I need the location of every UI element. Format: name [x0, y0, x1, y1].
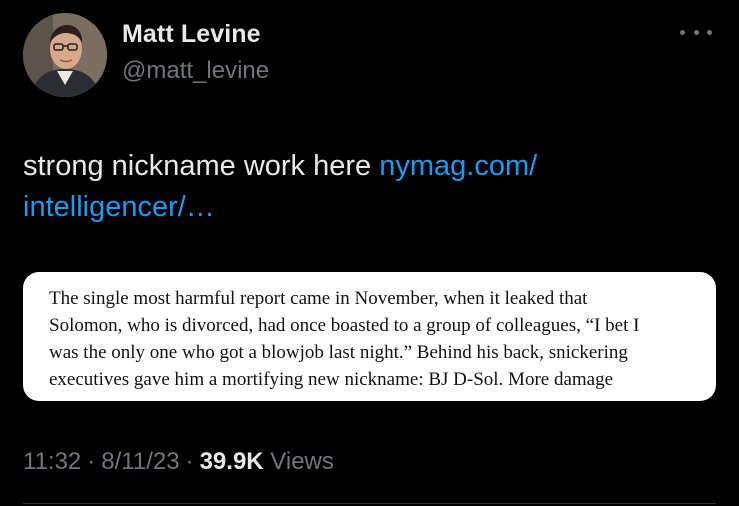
avatar[interactable]: [23, 13, 107, 97]
avatar-photo: [23, 13, 107, 97]
author-display-name[interactable]: Matt Levine: [122, 20, 261, 49]
views-count[interactable]: 39.9K: [200, 448, 264, 475]
more-horizontal-icon: [693, 29, 699, 35]
tweet-body: strong nickname work here: [23, 150, 380, 182]
separator-dot: ·: [185, 448, 194, 475]
tweet: Matt Levine @matt_levine strong nickname…: [0, 0, 739, 506]
more-options-button[interactable]: [680, 22, 712, 42]
separator-dot: ·: [87, 448, 96, 475]
article-excerpt-image[interactable]: The single most harmful report came in N…: [23, 272, 716, 401]
excerpt-line: executives gave him a mortifying new nic…: [49, 369, 614, 390]
article-excerpt-text: The single most harmful report came in N…: [49, 285, 700, 393]
author-handle[interactable]: @matt_levine: [122, 57, 269, 85]
views-label: Views: [270, 448, 334, 475]
tweet-meta: 11:32 · 8/11/23 · 39.9K Views: [23, 448, 334, 476]
excerpt-line: was the only one who got a blowjob last …: [49, 342, 628, 363]
more-horizontal-icon: [680, 29, 685, 35]
tweet-date[interactable]: 8/11/23: [101, 448, 179, 475]
more-horizontal-icon: [707, 29, 712, 35]
divider: [23, 503, 716, 504]
excerpt-line: Solomon, who is divorced, had once boast…: [49, 315, 640, 336]
tweet-time[interactable]: 11:32: [23, 448, 81, 475]
excerpt-line: The single most harmful report came in N…: [49, 288, 588, 309]
tweet-text: strong nickname work here nymag.com/​int…: [23, 146, 683, 228]
